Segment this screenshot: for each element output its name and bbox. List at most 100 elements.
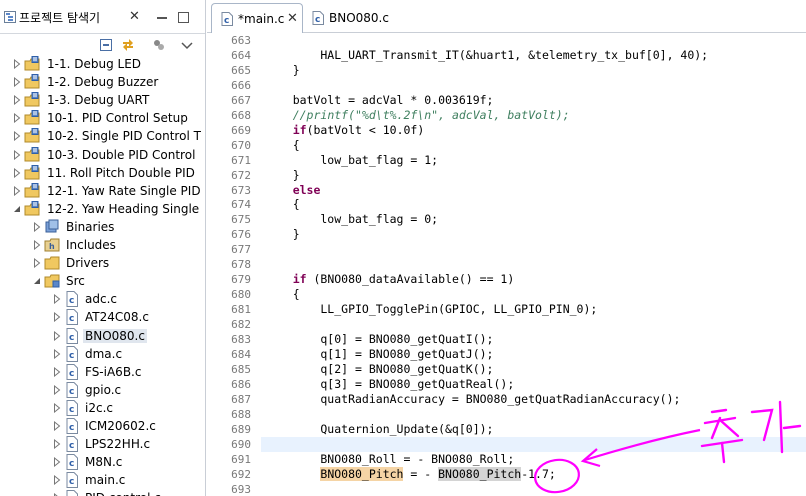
tree-item[interactable]: 12-1. Yaw Rate Single PID	[0, 182, 205, 200]
collapse-all-icon[interactable]	[99, 38, 113, 52]
c-file-icon: c	[66, 399, 78, 416]
current-line-highlight	[261, 436, 806, 452]
code-line: {	[265, 197, 300, 212]
line-number: 679	[231, 273, 251, 287]
project-explorer-panel: 프로젝트 탐색기 ✕ 1-1. Debug LED 1-2. Debug Buzz…	[0, 0, 206, 496]
collapsed-arrow-icon[interactable]	[53, 366, 61, 377]
tree-item[interactable]: c dma.c	[0, 345, 205, 363]
collapsed-arrow-icon[interactable]	[53, 439, 61, 450]
tree-item[interactable]: Src	[0, 272, 205, 290]
line-number: 665	[231, 63, 251, 77]
svg-text:c: c	[69, 314, 74, 324]
tree-item[interactable]: c main.c	[0, 471, 205, 489]
tree-item[interactable]: Binaries	[0, 218, 205, 236]
collapsed-arrow-icon[interactable]	[13, 59, 21, 69]
c-file-icon: c	[66, 291, 78, 308]
explorer-toolbar	[0, 34, 205, 56]
project-icon	[24, 92, 40, 107]
collapsed-arrow-icon[interactable]	[53, 402, 61, 413]
tree-item[interactable]: c FS-iA6B.c	[0, 363, 205, 381]
tree-item[interactable]: 1-2. Debug Buzzer	[0, 73, 205, 91]
collapsed-arrow-icon[interactable]	[53, 475, 61, 486]
code-area[interactable]: 663 664 665 666 667 668 669 670 671 672 673 674 675 6…	[207, 33, 806, 496]
collapsed-arrow-icon[interactable]	[53, 457, 61, 468]
tree-item[interactable]: 1-1. Debug LED	[0, 55, 205, 73]
collapsed-arrow-icon[interactable]	[13, 167, 21, 178]
project-explorer-tab[interactable]: 프로젝트 탐색기 ✕	[0, 0, 205, 34]
tab-main-c[interactable]: c *main.c ✕	[211, 3, 303, 33]
code-line: Quaternion_Update(&q[0]);	[265, 421, 494, 436]
line-number: 668	[231, 108, 251, 122]
collapsed-arrow-icon[interactable]	[53, 348, 61, 359]
collapsed-arrow-icon[interactable]	[53, 330, 61, 341]
line-number: 683	[231, 333, 251, 346]
tree-item[interactable]: 10-1. PID Control Setup	[0, 109, 205, 127]
collapsed-arrow-icon[interactable]	[13, 131, 21, 142]
code-editor: c *main.c ✕ c BNO080.c 663 664 665 666 667 66…	[207, 0, 806, 496]
filters-icon[interactable]	[152, 38, 166, 52]
tree-item-label: 10-1. PID Control Setup	[47, 111, 188, 126]
project-icon	[24, 200, 40, 216]
code-line: q[0] = BNO080_getQuatI();	[265, 332, 494, 346]
view-menu-chevron-down-icon[interactable]	[180, 38, 194, 52]
tree-item[interactable]: c i2c.c	[0, 399, 205, 417]
line-number: 684	[231, 347, 251, 361]
code-line: }	[265, 167, 300, 182]
collapsed-arrow-icon[interactable]	[13, 113, 21, 124]
collapsed-arrow-icon[interactable]	[53, 312, 61, 323]
line-number: 670	[231, 138, 251, 152]
maximize-icon[interactable]	[178, 12, 189, 23]
tree-item-label: main.c	[85, 473, 126, 488]
tree-item[interactable]: 11. Roll Pitch Double PID	[0, 164, 205, 182]
close-icon[interactable]: ✕	[287, 11, 298, 26]
collapsed-arrow-icon[interactable]	[53, 421, 61, 431]
line-number: 663	[231, 34, 251, 47]
tab-bno080-c[interactable]: c BNO080.c	[303, 3, 393, 33]
tree-item-label: 1-2. Debug Buzzer	[47, 75, 159, 90]
collapsed-arrow-icon[interactable]	[33, 258, 41, 269]
collapsed-arrow-icon[interactable]	[13, 95, 21, 106]
code-line: if (BNO080_dataAvailable() == 1)	[292, 272, 515, 287]
collapsed-arrow-icon[interactable]	[13, 185, 21, 196]
collapsed-arrow-icon[interactable]	[53, 294, 61, 305]
line-number: 664	[231, 48, 251, 62]
collapsed-arrow-icon[interactable]	[33, 240, 41, 250]
link-with-editor-icon[interactable]	[121, 38, 135, 52]
tree-item[interactable]: 1-3. Debug UART	[0, 91, 205, 109]
tree-item[interactable]: h Includes	[0, 236, 205, 254]
expanded-arrow-icon[interactable]	[33, 276, 41, 286]
tree-item[interactable]: c M8N.c	[0, 453, 205, 471]
tree-item-label: gpio.c	[85, 382, 122, 397]
tree-item[interactable]: c LPS22HH.c	[0, 435, 205, 453]
close-icon[interactable]: ✕	[129, 9, 140, 24]
collapsed-arrow-icon[interactable]	[53, 384, 61, 395]
collapsed-arrow-icon[interactable]	[13, 149, 21, 160]
line-number: 690	[231, 437, 251, 451]
tree-item[interactable]: c gpio.c	[0, 381, 205, 399]
tab-label: BNO080.c	[329, 11, 389, 25]
tree-item[interactable]: c adc.c	[0, 290, 205, 308]
tree-item[interactable]: c AT24C08.c	[0, 308, 205, 326]
tree-item[interactable]: 12-2. Yaw Heading Single	[0, 200, 205, 218]
tree-item[interactable]: c PID control.c	[0, 489, 205, 496]
tree-item[interactable]: c ICM20602.c	[0, 417, 205, 435]
tree-item-label: i2c.c	[85, 400, 113, 415]
tree-item-label: Drivers	[66, 256, 110, 271]
line-number: 693	[231, 482, 251, 496]
svg-text:c: c	[69, 441, 74, 451]
collapsed-arrow-icon[interactable]	[13, 77, 21, 88]
tree-item[interactable]: 10-2. Single PID Control T	[0, 127, 205, 145]
collapsed-arrow-icon[interactable]	[33, 221, 41, 232]
line-number: 674	[231, 198, 251, 212]
code-line: BNO080_Roll = - BNO080_Roll;	[265, 451, 515, 466]
code-line: else	[292, 182, 321, 197]
tree-item[interactable]: c BNO080.c	[0, 327, 205, 345]
line-number: 676	[231, 228, 251, 242]
c-file-icon: c	[66, 436, 78, 453]
expanded-arrow-icon[interactable]	[13, 204, 21, 214]
minimize-icon[interactable]	[156, 8, 168, 20]
tree-item[interactable]: 10-3. Double PID Control	[0, 146, 205, 164]
tree-item[interactable]: Drivers	[0, 254, 205, 272]
c-file-icon: c	[66, 490, 78, 496]
tree-item-label: FS-iA6B.c	[85, 364, 142, 379]
